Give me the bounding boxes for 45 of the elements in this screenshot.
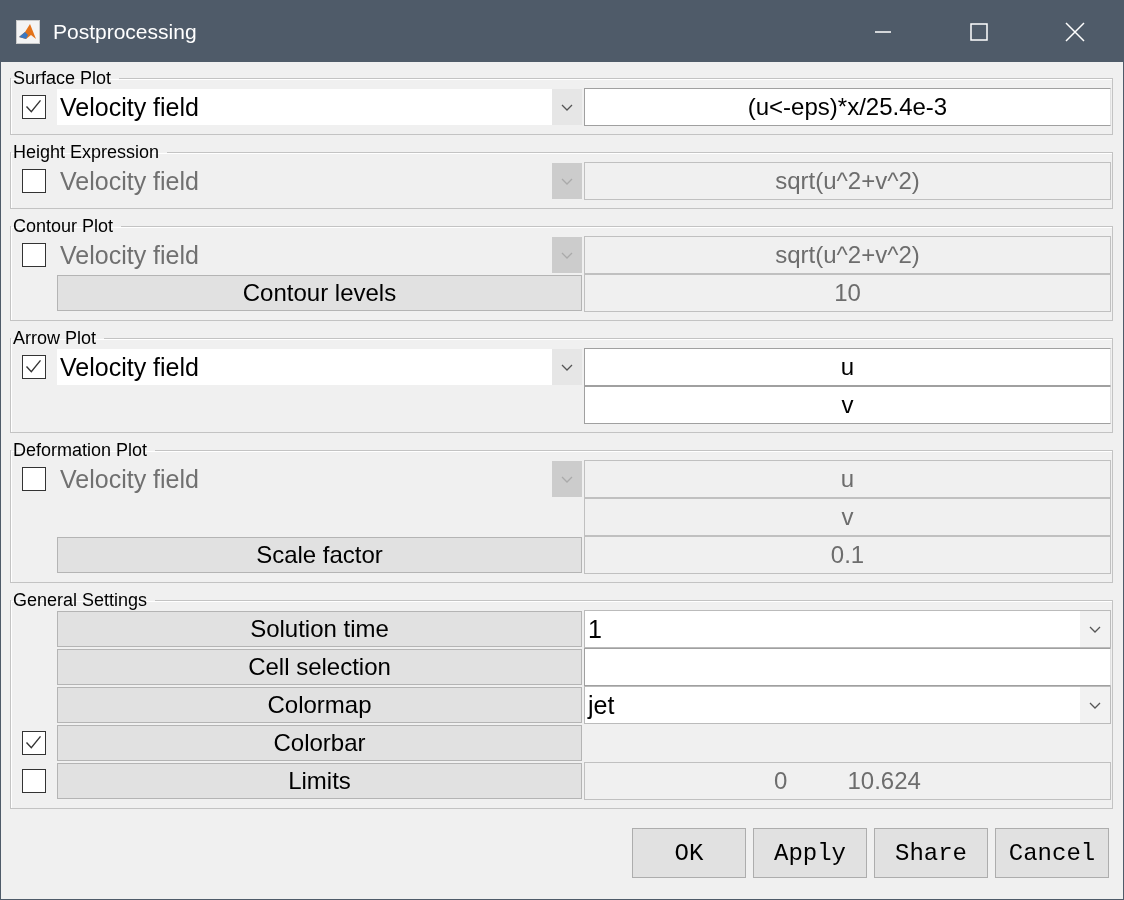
input-field[interactable]: u	[584, 348, 1111, 386]
checkbox[interactable]	[22, 467, 46, 491]
label-button[interactable]: Cell selection	[57, 649, 582, 685]
caret-icon	[552, 163, 582, 199]
label-button[interactable]: Colormap	[57, 687, 582, 723]
caret-icon	[552, 461, 582, 497]
caret-icon	[552, 237, 582, 273]
dialog-button[interactable]: Cancel	[995, 828, 1109, 878]
app-icon	[16, 19, 40, 44]
section-title: Deformation Plot	[12, 440, 149, 460]
section-title: Contour Plot	[12, 216, 115, 236]
checkbox[interactable]	[22, 243, 46, 267]
caret-icon	[552, 349, 582, 385]
section-title: General Settings	[12, 590, 149, 610]
range-value: 0	[774, 767, 788, 795]
label-button[interactable]: Contour levels	[57, 275, 582, 311]
range-value: 10.624	[847, 767, 921, 795]
input-field[interactable]: v	[584, 386, 1111, 424]
label-button[interactable]: Colorbar	[57, 725, 582, 761]
caret-icon	[1080, 687, 1110, 723]
checkbox[interactable]	[22, 95, 46, 119]
section-title: Height Expression	[12, 142, 161, 162]
caret-icon	[1080, 611, 1110, 647]
caret-icon	[552, 89, 582, 125]
checkbox[interactable]	[22, 731, 46, 755]
section-title: Arrow Plot	[12, 328, 98, 348]
label-button[interactable]: Scale factor	[57, 537, 582, 573]
section-title: Surface Plot	[12, 68, 113, 88]
window-title: Postprocessing	[53, 19, 197, 44]
label-button[interactable]: Limits	[57, 763, 582, 799]
input-field[interactable]: (u<-eps)*x/25.4e-3	[584, 88, 1111, 126]
dialog-button[interactable]: Apply	[753, 828, 867, 878]
input-field[interactable]	[584, 648, 1111, 686]
field-dropdown[interactable]: jet	[584, 686, 1111, 724]
field-dropdown[interactable]: 1	[584, 610, 1111, 648]
maximize-icon[interactable]	[969, 21, 989, 42]
checkbox[interactable]	[22, 355, 46, 379]
checkbox[interactable]	[22, 169, 46, 193]
close-icon[interactable]	[1065, 21, 1085, 42]
dialog-button[interactable]: OK	[632, 828, 746, 878]
checkbox[interactable]	[22, 769, 46, 793]
field-dropdown[interactable]: Velocity field	[57, 89, 582, 125]
dialog-button[interactable]: Share	[874, 828, 988, 878]
label-button[interactable]: Solution time	[57, 611, 582, 647]
field-dropdown[interactable]: Velocity field	[57, 349, 582, 385]
